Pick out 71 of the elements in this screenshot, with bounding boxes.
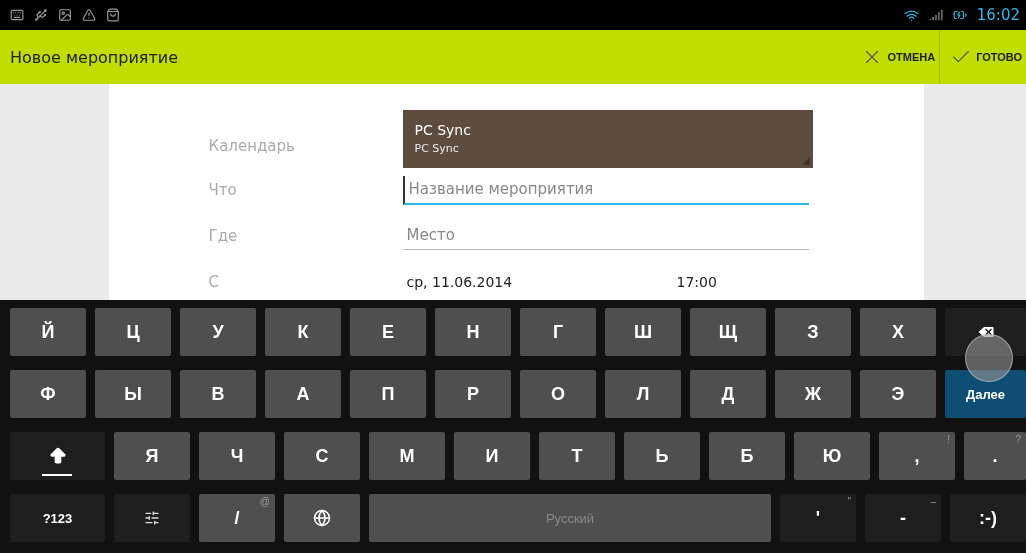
symbol-key[interactable]: :-): [950, 494, 1026, 542]
key-hint: @: [259, 496, 270, 507]
letter-key[interactable]: В: [180, 370, 256, 418]
symbol-key[interactable]: ' ": [780, 494, 856, 542]
letter-key[interactable]: И: [454, 432, 530, 480]
key-hint: –: [930, 496, 936, 507]
letter-key[interactable]: Ы: [95, 370, 171, 418]
key-hint: !: [947, 434, 950, 445]
globe-icon: [313, 509, 331, 527]
symbols-key[interactable]: ?123: [10, 494, 105, 542]
letter-key[interactable]: Х: [860, 308, 936, 356]
time-value[interactable]: 17:00: [672, 274, 813, 290]
letter-key[interactable]: Ч: [199, 432, 275, 480]
letter-key[interactable]: М: [369, 432, 445, 480]
clock-time: 16:02: [976, 6, 1020, 24]
signal-icon: [928, 8, 943, 22]
touch-indicator: [965, 334, 1013, 382]
letter-key[interactable]: О: [520, 370, 596, 418]
letter-key[interactable]: Д: [690, 370, 766, 418]
letter-key[interactable]: Э: [860, 370, 936, 418]
key-hint: ": [847, 496, 851, 507]
letter-key[interactable]: Щ: [690, 308, 766, 356]
letter-key[interactable]: Й: [10, 308, 86, 356]
letter-key[interactable]: Т: [539, 432, 615, 480]
letter-key[interactable]: Ц: [95, 308, 171, 356]
letter-key[interactable]: А: [265, 370, 341, 418]
screen-title: Новое мероприятие: [10, 47, 179, 67]
letter-key[interactable]: Б: [709, 432, 785, 480]
language-key[interactable]: [284, 494, 360, 542]
input-field[interactable]: Название мероприятия: [402, 175, 809, 205]
letter-key[interactable]: Ш: [605, 308, 681, 356]
settings-icon: [144, 510, 160, 526]
field-label: С: [208, 273, 220, 291]
letter-key[interactable]: П: [350, 370, 426, 418]
battery-icon: [952, 8, 967, 22]
backspace-key[interactable]: [945, 308, 1026, 356]
cancel-button[interactable]: ОТМЕНА: [851, 30, 940, 84]
warning-icon: [82, 8, 96, 22]
letter-key[interactable]: Е: [350, 308, 426, 356]
keyboard-icon: [10, 8, 24, 22]
letter-key[interactable]: Ь: [624, 432, 700, 480]
letter-key[interactable]: Г: [520, 308, 596, 356]
shift-icon: [47, 446, 68, 466]
letter-key[interactable]: С: [284, 432, 360, 480]
calendar-dropdown[interactable]: PC Sync PC Sync: [402, 110, 813, 168]
field-label: Что: [208, 181, 238, 199]
key-hint: ?: [1015, 434, 1021, 445]
next-key[interactable]: Далее: [945, 370, 1026, 418]
wifi-icon: [903, 7, 919, 23]
date-value[interactable]: ср, 11.06.2014: [402, 274, 673, 290]
letter-key[interactable]: Н: [435, 308, 511, 356]
field-label: Календарь: [208, 137, 296, 155]
field-label: Где: [208, 227, 239, 245]
letter-key[interactable]: Я: [114, 432, 190, 480]
letter-key[interactable]: Ю: [794, 432, 870, 480]
letter-key[interactable]: / @: [199, 494, 275, 542]
image-icon: [58, 8, 72, 22]
usb-icon: [34, 8, 48, 22]
shift-key[interactable]: [10, 432, 105, 480]
letter-key[interactable]: З: [775, 308, 851, 356]
letter-key[interactable]: К: [265, 308, 341, 356]
letter-key[interactable]: У: [180, 308, 256, 356]
letter-key[interactable]: Ф: [10, 370, 86, 418]
letter-key[interactable]: Р: [435, 370, 511, 418]
input-field[interactable]: Место: [402, 222, 809, 250]
symbol-key[interactable]: - –: [865, 494, 941, 542]
letter-key[interactable]: , !: [879, 432, 955, 480]
letter-key[interactable]: . ?: [964, 432, 1026, 480]
letter-key[interactable]: Ж: [775, 370, 851, 418]
letter-key[interactable]: Л: [605, 370, 681, 418]
bag-icon: [106, 8, 120, 22]
